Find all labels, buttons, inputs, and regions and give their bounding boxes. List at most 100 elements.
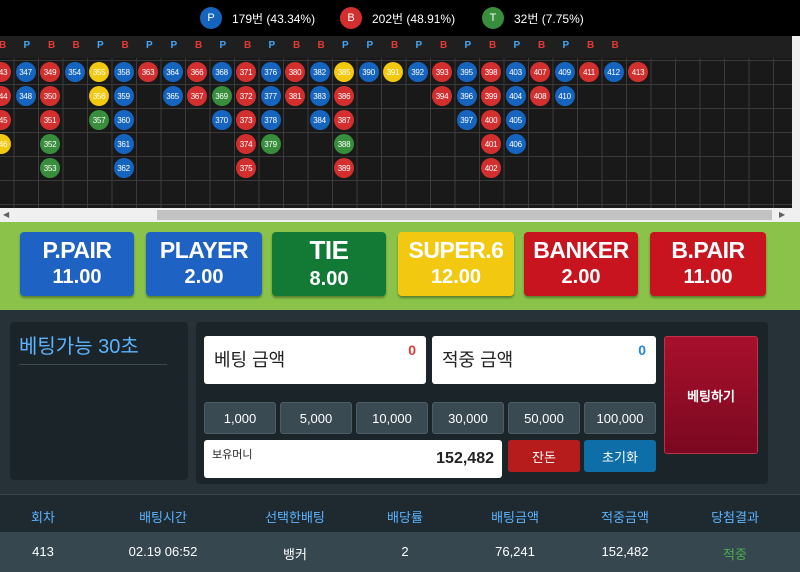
win-amount-value: 0	[638, 342, 646, 358]
road-ball: 392	[407, 62, 428, 82]
bet-odds: 2.00	[184, 266, 224, 288]
road-ball: 390	[358, 62, 379, 82]
road-header-letter: P	[464, 40, 472, 51]
road-ball: 403	[505, 62, 526, 82]
scroll-thumb[interactable]	[157, 210, 772, 220]
road-ball: 377	[260, 86, 281, 106]
player-dot: P	[200, 7, 222, 29]
road-header-letter: B	[587, 40, 595, 51]
bet-amount-value: 0	[408, 342, 416, 358]
scroll-left-icon[interactable]: ◀	[3, 210, 9, 219]
bet-name: SUPER.6	[408, 237, 504, 263]
amount-10000-button[interactable]: 10,000	[356, 402, 428, 434]
col-win-amount: 적중금액	[601, 510, 649, 525]
road-ball: 368	[211, 62, 232, 82]
place-bet-button[interactable]: 베팅하기	[664, 336, 758, 454]
bet-tie-button[interactable]: TIE 8.00	[272, 232, 386, 296]
road-ball: 367	[187, 86, 207, 106]
road-ball: 408	[530, 86, 550, 106]
road-header-letter: P	[562, 40, 570, 51]
bet-history: 회차 배팅시간 선택한배팅 배당률 배팅금액 적중금액 당첨결과 413 02.…	[0, 494, 800, 572]
tie-stat: T 32번 (7.75%)	[482, 7, 584, 29]
amount-100000-button[interactable]: 100,000	[584, 402, 656, 434]
road-header-letter: P	[97, 40, 104, 51]
bet-name: TIE	[309, 235, 349, 265]
bet-ppair-button[interactable]: P.PAIR 11.00	[20, 232, 134, 296]
road-ball: 371	[236, 62, 256, 82]
road-ball: 404	[505, 86, 526, 106]
balance-label: 보유머니	[212, 449, 253, 461]
road-header-letter: P	[342, 40, 349, 51]
betting-timer: 베팅가능 30초	[19, 336, 139, 358]
vertical-scrollbar[interactable]	[792, 36, 800, 222]
road-ball: 373	[236, 110, 256, 130]
road-header-letter: B	[244, 40, 252, 51]
amount-50000-button[interactable]: 50,000	[508, 402, 580, 434]
road-ball: 407	[530, 62, 550, 82]
history-header: 회차 배팅시간 선택한배팅 배당률 배팅금액 적중금액 당첨결과	[0, 494, 800, 532]
road-ball: 374	[236, 134, 256, 154]
road-header-letter: B	[48, 40, 56, 51]
road-header-letter: P	[170, 40, 178, 51]
road-header-row: BPBBPBPPBPBPBBPPBPBPBPBPBB	[0, 36, 792, 58]
bet-amount-field[interactable]: 베팅 금액 0	[204, 336, 426, 384]
road-header-letter: B	[72, 40, 80, 51]
road-ball: 386	[334, 86, 354, 106]
betting-panel: 베팅가능 30초 베팅 금액 0 적중 금액 0 1,000 5,000 10,…	[0, 310, 800, 494]
row-odds: 2	[401, 544, 409, 559]
scroll-right-icon[interactable]: ▶	[779, 210, 785, 219]
amount-1000-button[interactable]: 1,000	[204, 402, 276, 434]
stats-bar: P 179번 (43.34%) B 202번 (48.91%) T 32번 (7…	[0, 0, 800, 36]
remaining-button[interactable]: 잔돈	[508, 440, 580, 472]
row-bet-amount: 76,241	[495, 544, 535, 559]
bet-super6-button[interactable]: SUPER.6 12.00	[398, 232, 514, 296]
road-ball: 365	[162, 86, 183, 106]
road-ball: 406	[505, 134, 526, 154]
reset-button[interactable]: 초기화	[584, 440, 656, 472]
bead-road[interactable]: B P B B P B P P B P B P B B P P B P B P B P B P B B 343 344 345 346 3…	[0, 36, 792, 208]
balance-value: 152,482	[436, 450, 494, 467]
road-ball: 363	[138, 62, 158, 82]
player-stat-text: 179번 (43.34%)	[232, 11, 316, 26]
bet-banker-button[interactable]: BANKER 2.00	[524, 232, 638, 296]
col-result: 당첨결과	[711, 510, 759, 525]
bet-player-button[interactable]: PLAYER 2.00	[146, 232, 262, 296]
banker-dot: B	[340, 7, 362, 29]
horizontal-scrollbar[interactable]: ◀ ▶	[0, 208, 792, 222]
tie-stat-text: 32번 (7.75%)	[514, 11, 584, 26]
road-ball: 350	[40, 86, 60, 106]
road-header-letter: P	[268, 40, 276, 51]
road-header-letter: B	[293, 40, 301, 51]
road-ball: 380	[285, 62, 305, 82]
road-ball: 382	[309, 62, 330, 82]
road-ball: 401	[481, 134, 501, 154]
col-round: 회차	[31, 510, 55, 525]
road-ball: 376	[260, 62, 281, 82]
bet-odds: 11.00	[683, 266, 733, 288]
road-ball: 372	[236, 86, 256, 106]
amount-30000-button[interactable]: 30,000	[432, 402, 504, 434]
divider	[19, 364, 167, 365]
road-header-letter: B	[317, 40, 325, 51]
road-ball: 379	[260, 134, 281, 154]
road-ball: 381	[285, 86, 305, 106]
amount-5000-button[interactable]: 5,000	[280, 402, 352, 434]
row-round: 413	[32, 544, 54, 559]
road-ball: 347	[15, 62, 36, 82]
road-header-letter: B	[611, 40, 619, 51]
road-header-letter: P	[366, 40, 374, 51]
road-ball: 345	[0, 110, 11, 130]
road-ball: 348	[15, 86, 36, 106]
bet-odds: 2.00	[561, 266, 601, 288]
row-time: 02.19 06:52	[128, 544, 198, 559]
bet-bpair-button[interactable]: B.PAIR 11.00	[650, 232, 766, 296]
road-ball: 398	[481, 62, 501, 82]
col-choice: 선택한배팅	[265, 510, 325, 525]
road-ball: 397	[456, 110, 477, 130]
road-ball: 387	[334, 110, 354, 130]
road-ball: 366	[187, 62, 207, 82]
col-time: 배팅시간	[139, 510, 187, 525]
banker-stat-text: 202번 (48.91%)	[372, 11, 456, 26]
road-ball: 393	[432, 62, 452, 82]
road-header-letter: B	[391, 40, 399, 51]
